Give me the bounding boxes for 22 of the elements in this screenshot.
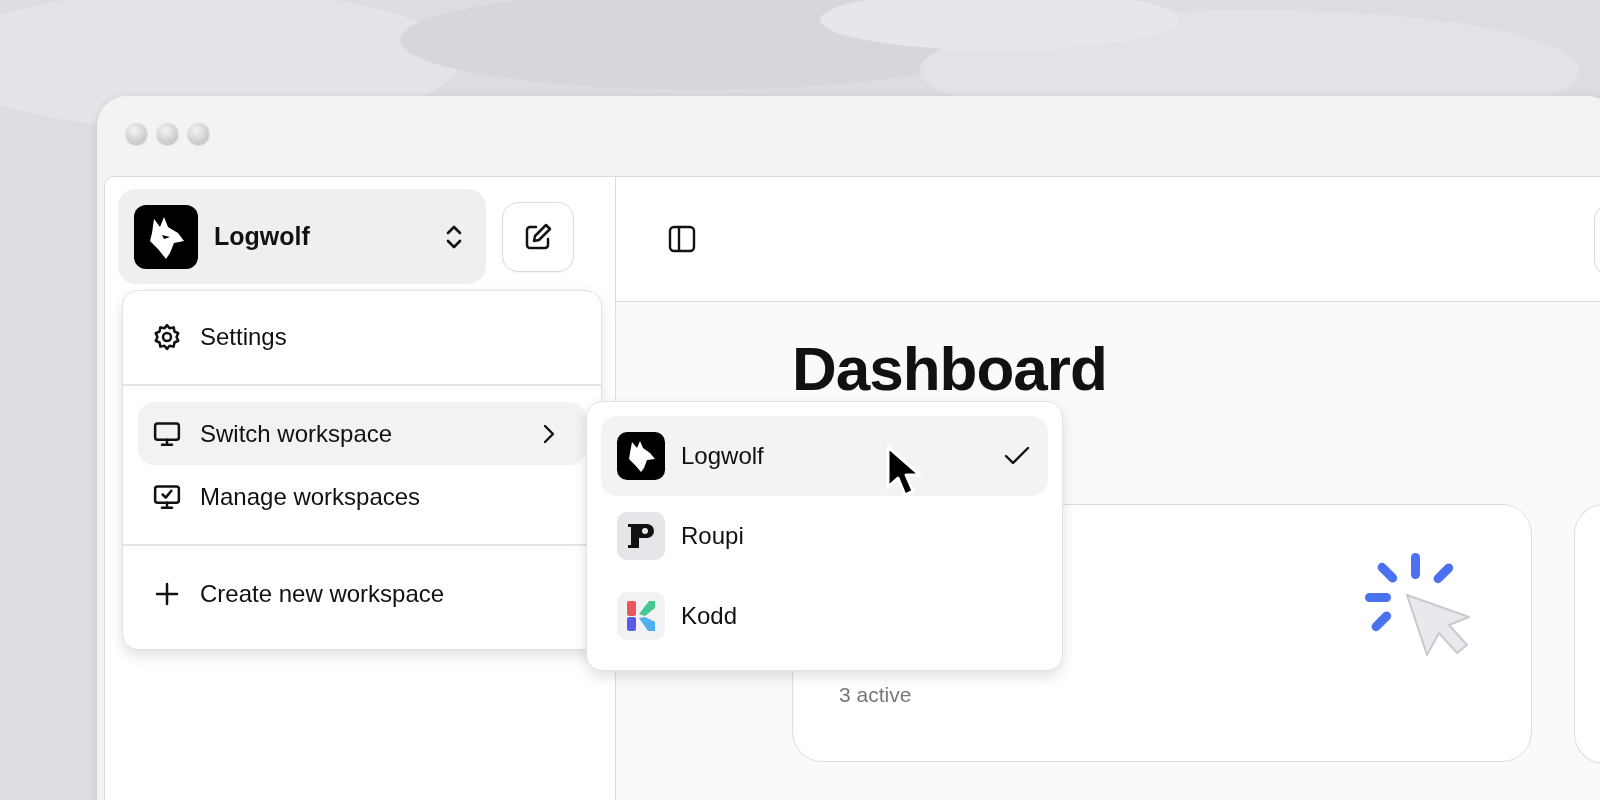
checkmark-icon	[1004, 445, 1030, 467]
menu-item[interactable]: Settings	[138, 305, 586, 368]
sidebar-toggle-icon[interactable]	[667, 224, 697, 254]
settings-icon	[152, 321, 182, 352]
workspace-item[interactable]: Roupi	[601, 496, 1048, 576]
edit-button[interactable]	[502, 201, 574, 272]
colorful-logo-icon	[617, 592, 665, 640]
block-logo-icon	[617, 512, 665, 560]
menu-item[interactable]: Switch workspace	[138, 402, 586, 465]
workspace-item[interactable]: Kodd	[601, 576, 1048, 656]
chevron-right-icon	[542, 422, 556, 445]
menu-item[interactable]: Create new workspace	[138, 562, 586, 625]
window-control-icon[interactable]	[188, 123, 209, 144]
window-control-icon[interactable]	[157, 123, 178, 144]
wolf-logo-icon	[617, 432, 665, 480]
page-title: Dashboard	[792, 338, 1108, 400]
menu-item[interactable]: Manage workspaces	[138, 465, 586, 528]
wolf-logo-icon	[134, 204, 198, 269]
window-control-icon[interactable]	[126, 123, 147, 144]
workspace-switcher[interactable]: Logwolf	[118, 189, 486, 284]
workspace-item[interactable]: Logwolf	[601, 416, 1048, 496]
card-caption: 3 active	[839, 683, 912, 707]
